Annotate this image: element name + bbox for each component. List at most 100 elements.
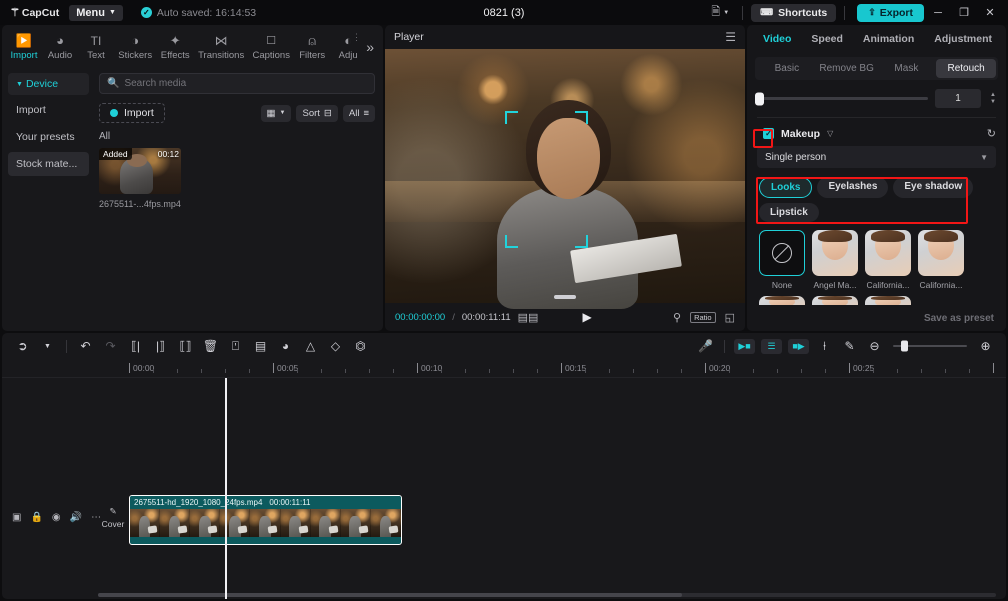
sidebar-item-stock-materials[interactable]: Stock mate... — [8, 152, 89, 176]
split-clip-icon[interactable]: ⍿ — [812, 335, 837, 357]
select-arrow-icon[interactable]: ➲ — [10, 335, 35, 357]
media-card[interactable]: Added 00:12 2675511-...4fps.mp4 — [99, 148, 181, 210]
nav-tab-text[interactable]: TI Text — [78, 31, 114, 63]
intensity-value[interactable]: 1 — [935, 89, 981, 108]
save-as-preset-button[interactable]: Save as preset — [924, 313, 994, 324]
intensity-slider[interactable] — [757, 97, 928, 100]
makeup-checkbox[interactable]: ✓ — [763, 128, 774, 139]
split-left-icon[interactable]: ⟦| — [123, 335, 148, 357]
layout-button[interactable]: 🗎 ▼ — [706, 0, 734, 25]
nav-tab-import[interactable]: ▶️ Import — [6, 31, 42, 63]
preset-thumbnail[interactable] — [865, 230, 911, 276]
sidebar-item-import[interactable]: Import — [8, 98, 89, 122]
zoom-out-icon[interactable]: ⊖ — [862, 335, 887, 357]
menu-button[interactable]: Menu ▼ — [69, 5, 123, 21]
filter-button[interactable]: All ≡ — [343, 105, 375, 122]
ratio-button[interactable]: Ratio — [690, 312, 716, 323]
grid-view-button[interactable]: ▦ ▼ — [261, 105, 292, 122]
tab-speed[interactable]: Speed — [801, 28, 853, 50]
mute-icon[interactable]: 🔊 — [70, 512, 82, 523]
auto-adjust-icon[interactable]: ✎ — [837, 335, 862, 357]
freeze-icon[interactable]: ⍞ — [223, 335, 248, 357]
horizontal-scrollbar[interactable] — [98, 593, 996, 597]
snap-right-icon[interactable]: ■▶ — [788, 339, 809, 354]
crop-icon[interactable]: ⏣ — [348, 335, 373, 357]
nav-tab-stickers[interactable]: ◑ Stickers — [114, 31, 156, 63]
preset-thumbnail[interactable] — [918, 230, 964, 276]
preset-item[interactable]: None — [759, 230, 805, 290]
subtab-retouch[interactable]: Retouch — [936, 59, 996, 78]
undo-icon[interactable]: ↶ — [73, 335, 98, 357]
subtab-mask[interactable]: Mask — [877, 59, 937, 78]
mirror-icon[interactable]: △ — [298, 335, 323, 357]
playhead-line[interactable] — [225, 378, 227, 599]
timeline-ruler[interactable]: 00:00 00:05 00:10 00:15 00:20 — [2, 359, 1006, 378]
tab-animation[interactable]: Animation — [853, 28, 924, 50]
zoom-in-icon[interactable]: ⊕ — [973, 335, 998, 357]
subtab-remove-bg[interactable]: Remove BG — [817, 59, 877, 78]
tracks-area[interactable]: 2675511-hd_1920_1080_24fps.mp4 00:00:11:… — [98, 378, 1006, 599]
timeline-clip[interactable]: 2675511-hd_1920_1080_24fps.mp4 00:00:11:… — [129, 495, 402, 545]
zoom-frame-icon[interactable]: ⚲ — [673, 311, 681, 324]
shortcuts-button[interactable]: ⌨ Shortcuts — [751, 4, 836, 22]
preset-thumbnail-none[interactable] — [759, 230, 805, 276]
collapse-icon[interactable]: ▽ — [827, 129, 833, 138]
preset-thumbnail[interactable] — [812, 230, 858, 276]
fullscreen-icon[interactable]: ◱ — [725, 311, 735, 324]
split-right-icon[interactable]: ⟦⟧ — [173, 335, 198, 357]
snap-left-icon[interactable]: ▶■ — [734, 339, 755, 354]
tab-video[interactable]: Video — [753, 28, 801, 50]
preset-item[interactable]: California... — [865, 230, 911, 290]
nav-expand-button[interactable]: » — [366, 31, 379, 55]
lock-icon[interactable]: 🔒 — [30, 512, 42, 523]
nav-tab-effects[interactable]: ✦ Effects — [156, 31, 194, 63]
redo-icon[interactable]: ↷ — [98, 335, 123, 357]
tab-adjustment[interactable]: Adjustment — [924, 28, 1002, 50]
minimize-button[interactable]: ─ — [926, 3, 950, 23]
speed-icon[interactable]: ◕ — [273, 335, 298, 357]
frames-icon[interactable]: ▤▤ — [518, 311, 539, 324]
sidebar-header-device[interactable]: ▼ Device — [8, 73, 89, 95]
eye-icon[interactable]: ◉ — [52, 512, 61, 523]
nav-tab-audio[interactable]: ◕ Audio — [42, 31, 78, 63]
player-stage[interactable] — [385, 49, 745, 303]
chip-eye-shadow[interactable]: Eye shadow — [893, 177, 973, 198]
search-media-field[interactable]: 🔍 Search media — [99, 73, 375, 94]
chip-eyelashes[interactable]: Eyelashes — [817, 177, 888, 198]
export-button[interactable]: ⇪ Export — [857, 4, 924, 22]
chevron-down-icon[interactable]: ▼ — [35, 335, 60, 357]
media-thumbnail[interactable]: Added 00:12 — [99, 148, 181, 194]
chip-lipstick[interactable]: Lipstick — [759, 203, 819, 222]
nav-tab-filters[interactable]: ⍝ Filters — [294, 31, 330, 63]
zoom-slider[interactable] — [893, 345, 967, 347]
maximize-button[interactable]: ❐ — [952, 3, 976, 23]
effects-icon: ✦ — [170, 33, 181, 48]
player-menu-icon[interactable]: ☰ — [725, 30, 736, 44]
preset-item[interactable]: California... — [918, 230, 964, 290]
reset-icon[interactable]: ↻ — [987, 127, 996, 140]
subtab-basic[interactable]: Basic — [757, 59, 817, 78]
cover-button[interactable]: ✎ Cover — [100, 506, 126, 529]
frame-icon[interactable]: ▣ — [12, 512, 21, 523]
nav-tab-transitions[interactable]: ⋈ Transitions — [194, 31, 248, 63]
rotate-icon[interactable]: ◇ — [323, 335, 348, 357]
import-button[interactable]: Import — [99, 103, 165, 123]
nav-tab-captions[interactable]: ☐ Captions — [248, 31, 294, 63]
chip-looks[interactable]: Looks — [759, 177, 812, 198]
sidebar-item-your-presets[interactable]: Your presets — [8, 125, 89, 149]
crop-frame-icon[interactable]: ▤ — [248, 335, 273, 357]
sort-button[interactable]: Sort ⊟ — [296, 105, 337, 122]
sort-label: Sort — [302, 108, 319, 119]
zoom-slider-knob[interactable] — [901, 341, 908, 352]
stepper-icon[interactable]: ▲▼ — [988, 92, 996, 105]
snap-center-icon[interactable]: ☰ — [761, 339, 782, 354]
microphone-icon[interactable]: 🎤 — [693, 335, 718, 357]
play-button[interactable]: ▶ — [583, 310, 592, 324]
person-mode-select[interactable]: Single person ▼ — [757, 146, 996, 168]
delete-icon[interactable]: 🗑 — [198, 335, 223, 357]
split-icon[interactable]: |⟧ — [148, 335, 173, 357]
close-button[interactable]: ✕ — [978, 3, 1002, 23]
stage-resize-handle[interactable] — [554, 295, 576, 299]
slider-knob[interactable] — [755, 92, 764, 105]
preset-item[interactable]: Angel Ma... — [812, 230, 858, 290]
